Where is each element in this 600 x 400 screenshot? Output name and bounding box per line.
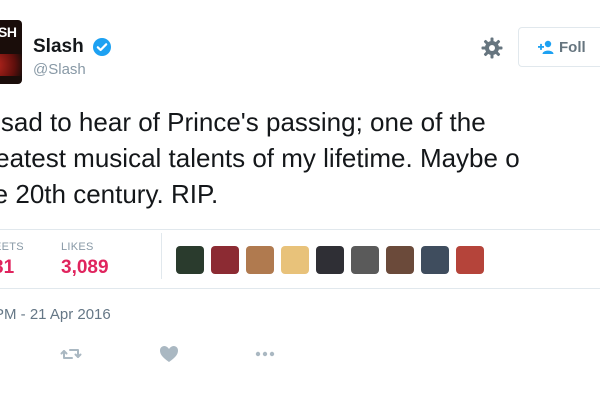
follow-label: Foll [559, 38, 586, 56]
author-handle[interactable]: @Slash [33, 61, 86, 78]
likes-count[interactable]: 3,089 [61, 257, 109, 279]
likes-label: LIKES [61, 241, 94, 253]
avatar-image [0, 54, 22, 76]
stats-separator [161, 233, 162, 279]
liker-avatar[interactable] [456, 246, 484, 274]
follow-button[interactable]: Foll [518, 27, 600, 67]
liker-avatar[interactable] [176, 246, 204, 274]
author-name[interactable]: Slash [33, 36, 84, 58]
verified-badge-icon [93, 38, 111, 56]
avatar[interactable]: SH [0, 20, 22, 84]
gear-icon[interactable] [480, 36, 504, 60]
more-icon[interactable] [254, 343, 276, 365]
like-icon[interactable] [158, 343, 180, 365]
liker-avatar[interactable] [351, 246, 379, 274]
retweets-count[interactable]: 31 [0, 257, 14, 279]
liker-avatar[interactable] [246, 246, 274, 274]
liker-avatar[interactable] [316, 246, 344, 274]
retweets-label: EETS [0, 241, 24, 253]
liker-avatar[interactable] [211, 246, 239, 274]
divider [0, 229, 600, 230]
avatar-text: SH [0, 24, 17, 40]
liker-avatar[interactable] [281, 246, 309, 274]
tweet-line: the 20th century. RIP. [0, 179, 219, 209]
tweet-line: m sad to hear of Prince's passing; one o… [0, 107, 486, 137]
add-user-icon [538, 40, 554, 54]
tweet-timestamp[interactable]: PM - 21 Apr 2016 [0, 306, 111, 323]
retweet-icon[interactable] [60, 343, 82, 365]
tweet-text: m sad to hear of Prince's passing; one o… [0, 104, 600, 212]
liker-avatar[interactable] [421, 246, 449, 274]
tweet-line: greatest musical talents of my lifetime.… [0, 143, 520, 173]
divider [0, 288, 600, 289]
liker-avatar[interactable] [386, 246, 414, 274]
